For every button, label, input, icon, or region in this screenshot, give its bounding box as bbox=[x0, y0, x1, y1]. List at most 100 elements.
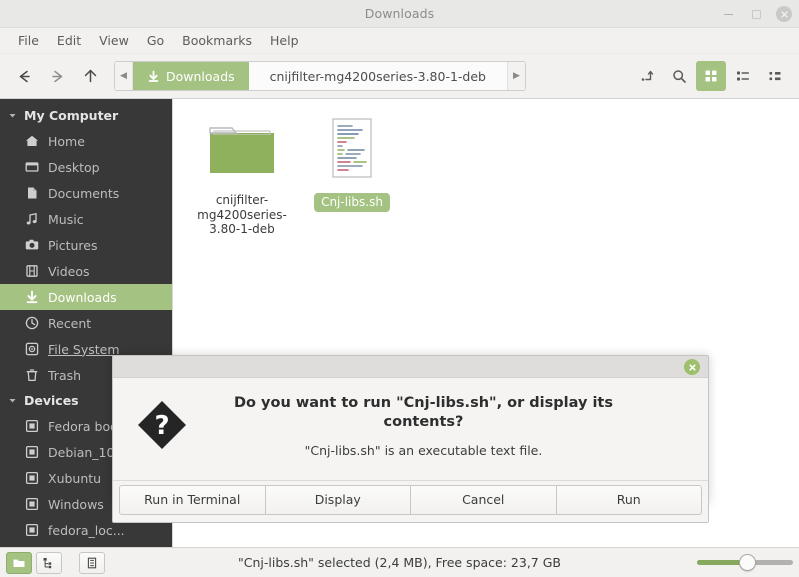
tree-list-icon bbox=[43, 557, 52, 568]
path-entry-icon bbox=[641, 70, 653, 81]
list-view-button[interactable] bbox=[728, 61, 758, 91]
display-button[interactable]: Display bbox=[264, 484, 410, 515]
download-arrow-icon bbox=[24, 290, 39, 305]
sidebar-item-desktop[interactable]: Desktop bbox=[0, 154, 172, 180]
dialog-body: ? Do you want to run "Cnj-libs.sh", or d… bbox=[113, 378, 708, 480]
breadcrumb-label-current: cnijfilter-mg4200series-3.80-1-deb bbox=[269, 68, 486, 84]
zoom-slider-handle[interactable] bbox=[739, 554, 757, 571]
run-or-display-dialog: ? Do you want to run "Cnj-libs.sh", or d… bbox=[112, 355, 709, 523]
menu-help[interactable]: Help bbox=[261, 31, 308, 50]
clock-icon bbox=[24, 316, 39, 331]
toolbar-right-buttons bbox=[632, 61, 790, 91]
list-icon bbox=[737, 71, 749, 81]
breadcrumb-label-downloads: Downloads bbox=[166, 68, 235, 84]
sidebar-label-desktop: Desktop bbox=[48, 159, 100, 175]
sidebar-item-videos[interactable]: Videos bbox=[0, 258, 172, 284]
menubar: File Edit View Go Bookmarks Help bbox=[0, 28, 799, 54]
zoom-slider-fill bbox=[697, 560, 745, 565]
dialog-button-row: Run in Terminal Display Cancel Run bbox=[113, 479, 708, 522]
drive-icon bbox=[24, 445, 39, 460]
chevron-down-icon bbox=[8, 111, 17, 120]
close-button[interactable] bbox=[776, 6, 792, 22]
icon-grid: cnijfilter-mg4200series-3.80-1-deb Cnj-l… bbox=[173, 99, 799, 237]
file-item-script[interactable]: Cnj-libs.sh bbox=[297, 111, 407, 237]
sidebar-group-my-computer[interactable]: My Computer bbox=[0, 103, 172, 128]
compact-view-toggle[interactable] bbox=[79, 551, 105, 574]
sidebar-label-downloads: Downloads bbox=[48, 289, 117, 305]
sidebar-item-pictures[interactable]: Pictures bbox=[0, 232, 172, 258]
run-button[interactable]: Run bbox=[555, 484, 702, 515]
window-controls bbox=[720, 0, 792, 28]
sidebar-item-home[interactable]: Home bbox=[0, 128, 172, 154]
forward-arrow-icon bbox=[51, 70, 62, 82]
svg-text:?: ? bbox=[154, 411, 169, 441]
dialog-close-button[interactable] bbox=[684, 359, 700, 375]
breadcrumb: ◀ Downloads cnijfilter-mg4200series-3.80… bbox=[114, 61, 526, 91]
music-note-icon bbox=[24, 212, 39, 227]
compact-icon bbox=[769, 72, 781, 81]
dialog-text-block: Do you want to run "Cnj-libs.sh", or dis… bbox=[209, 394, 688, 458]
minimize-button[interactable] bbox=[720, 6, 737, 23]
drive-icon bbox=[24, 523, 39, 538]
menu-bookmarks[interactable]: Bookmarks bbox=[173, 31, 261, 50]
sidebar-item-recent[interactable]: Recent bbox=[0, 310, 172, 336]
magnifier-icon bbox=[672, 69, 686, 83]
file-label-folder: cnijfilter-mg4200series-3.80-1-deb bbox=[197, 193, 287, 237]
menu-edit[interactable]: Edit bbox=[48, 31, 90, 50]
sidebar-item-documents[interactable]: Documents bbox=[0, 180, 172, 206]
compact-view-button[interactable] bbox=[760, 61, 790, 91]
chevron-down-icon bbox=[8, 396, 17, 405]
file-item-folder[interactable]: cnijfilter-mg4200series-3.80-1-deb bbox=[187, 111, 297, 237]
main-area: My Computer Home Desktop Documents Music… bbox=[0, 99, 799, 547]
document-icon bbox=[24, 186, 39, 201]
drive-icon bbox=[24, 419, 39, 434]
back-arrow-icon bbox=[19, 70, 30, 82]
menu-file[interactable]: File bbox=[9, 31, 48, 50]
navigation-buttons bbox=[9, 61, 105, 91]
breadcrumb-item-current[interactable]: cnijfilter-mg4200series-3.80-1-deb bbox=[249, 62, 507, 90]
dialog-primary-text: Do you want to run "Cnj-libs.sh", or dis… bbox=[234, 395, 613, 430]
sidebar-item-music[interactable]: Music bbox=[0, 206, 172, 232]
disk-icon bbox=[24, 342, 39, 357]
grid-icon bbox=[705, 70, 717, 82]
menu-go[interactable]: Go bbox=[138, 31, 173, 50]
file-manager-window: Downloads File Edit View Go Bookmarks He… bbox=[0, 0, 799, 577]
detailed-list-view-toggle[interactable] bbox=[36, 551, 62, 574]
forward-button[interactable] bbox=[42, 61, 72, 91]
close-icon bbox=[688, 363, 696, 371]
back-button[interactable] bbox=[9, 61, 39, 91]
home-icon bbox=[24, 134, 39, 149]
close-icon bbox=[780, 10, 788, 18]
dialog-secondary-text: "Cnj-libs.sh" is an executable text file… bbox=[304, 442, 543, 458]
film-icon bbox=[24, 264, 39, 279]
drive-icon bbox=[24, 471, 39, 486]
sidebar-label-pictures: Pictures bbox=[48, 237, 98, 253]
toolbar: ◀ Downloads cnijfilter-mg4200series-3.80… bbox=[0, 54, 799, 99]
breadcrumb-item-downloads[interactable]: Downloads bbox=[133, 62, 249, 90]
sidebar-label-music: Music bbox=[48, 211, 84, 227]
search-button[interactable] bbox=[664, 61, 694, 91]
menu-view[interactable]: View bbox=[90, 31, 138, 50]
downloads-arrow-icon bbox=[147, 70, 160, 83]
icon-view-button[interactable] bbox=[696, 61, 726, 91]
zoom-slider[interactable] bbox=[697, 553, 793, 573]
trash-icon bbox=[24, 368, 39, 383]
maximize-button[interactable] bbox=[748, 6, 765, 23]
sidebar-label-file-system: File System bbox=[48, 341, 120, 357]
folder-icon bbox=[13, 559, 25, 567]
path-scroll-left-button[interactable]: ◀ bbox=[115, 62, 133, 90]
sidebar-group-label-devices: Devices bbox=[24, 393, 79, 408]
script-file-icon bbox=[324, 115, 380, 187]
sidebar-item-downloads[interactable]: Downloads bbox=[0, 284, 172, 310]
location-entry-toggle-button[interactable] bbox=[632, 61, 662, 91]
path-scroll-right-button[interactable]: ▶ bbox=[507, 62, 525, 90]
compact-list-icon bbox=[87, 557, 97, 568]
dialog-titlebar bbox=[113, 356, 708, 378]
sidebar-label-xubuntu: Xubuntu bbox=[48, 470, 102, 486]
icon-view-toggle[interactable] bbox=[6, 551, 32, 574]
run-in-terminal-button[interactable]: Run in Terminal bbox=[119, 484, 265, 515]
window-title: Downloads bbox=[364, 6, 435, 21]
sidebar-label-home: Home bbox=[48, 133, 85, 149]
cancel-button[interactable]: Cancel bbox=[410, 484, 556, 515]
up-button[interactable] bbox=[75, 61, 105, 91]
